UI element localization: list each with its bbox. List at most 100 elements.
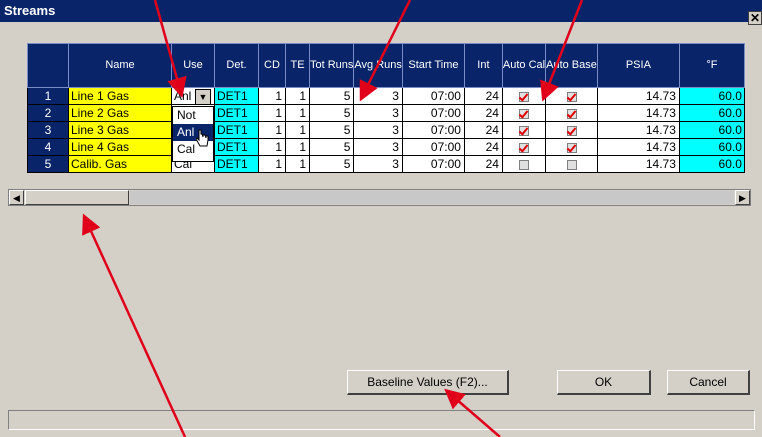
column-header[interactable]: Avg Runs — [353, 43, 403, 88]
cell-tot[interactable]: 5 — [308, 155, 355, 173]
table-row[interactable]: 4Line 4 GasAnlDET1115307:002414.7360.0 — [27, 138, 745, 156]
cell-psia[interactable]: 14.73 — [596, 121, 680, 139]
cancel-button[interactable]: Cancel — [667, 370, 750, 395]
horizontal-scrollbar[interactable]: ◀ ▶ — [8, 189, 751, 206]
cell-te[interactable]: 1 — [285, 87, 310, 105]
scroll-thumb[interactable] — [25, 190, 129, 205]
cell-det[interactable]: DET1 — [214, 87, 259, 105]
auto-cal-checkbox[interactable] — [501, 87, 547, 105]
column-header[interactable]: Det. — [214, 43, 259, 88]
cell-temp[interactable]: 60.0 — [678, 138, 745, 156]
cell-psia[interactable]: 14.73 — [596, 87, 680, 105]
auto-base-checkbox[interactable] — [545, 138, 598, 156]
column-header[interactable]: Use — [171, 43, 215, 88]
column-header[interactable]: Tot Runs — [308, 43, 355, 88]
cell-name[interactable]: Line 4 Gas — [68, 138, 172, 156]
column-header[interactable]: Int — [463, 43, 503, 88]
scroll-left-icon[interactable]: ◀ — [9, 190, 24, 205]
checkbox-icon[interactable] — [519, 91, 530, 102]
table-row[interactable]: 5 Calib. Gas Cal DET1 1 1 5 3 07:00 24 14.73 60.0 — [27, 155, 745, 173]
auto-base-checkbox[interactable] — [545, 87, 598, 105]
cell-start[interactable]: 07:00 — [401, 87, 465, 105]
column-header[interactable]: Auto Base — [545, 43, 598, 88]
cell-te[interactable]: 1 — [285, 104, 310, 122]
close-icon[interactable]: ✕ — [748, 11, 762, 25]
checkbox-icon[interactable] — [519, 159, 530, 170]
auto-base-checkbox[interactable] — [545, 104, 598, 122]
column-header[interactable]: CD — [258, 43, 286, 88]
cell-cd[interactable]: 1 — [258, 155, 286, 173]
cell-int[interactable]: 24 — [463, 121, 503, 139]
cell-int[interactable]: 24 — [463, 138, 503, 156]
cell-cd[interactable]: 1 — [258, 121, 286, 139]
column-header[interactable]: Name — [68, 43, 172, 88]
cell-te[interactable]: 1 — [285, 121, 310, 139]
column-header[interactable]: Auto Cal — [501, 43, 547, 88]
cell-cd[interactable]: 1 — [258, 138, 286, 156]
auto-cal-checkbox[interactable] — [501, 138, 547, 156]
cell-cd[interactable]: 1 — [258, 87, 286, 105]
ok-button[interactable]: OK — [557, 370, 651, 395]
cell-num[interactable]: 4 — [27, 138, 69, 156]
cell-num[interactable]: 5 — [27, 155, 69, 173]
cell-int[interactable]: 24 — [463, 155, 503, 173]
scroll-track[interactable] — [130, 191, 734, 204]
cell-cd[interactable]: 1 — [258, 104, 286, 122]
cell-avg[interactable]: 3 — [353, 104, 403, 122]
checkbox-icon[interactable] — [566, 125, 577, 136]
cell-avg[interactable]: 3 — [353, 121, 403, 139]
cell-avg[interactable]: 3 — [353, 155, 403, 173]
cell-det[interactable]: DET1 — [214, 138, 259, 156]
checkbox-icon[interactable] — [566, 108, 577, 119]
cell-det[interactable]: DET1 — [214, 104, 259, 122]
auto-base-checkbox[interactable] — [545, 155, 598, 173]
cell-num[interactable]: 2 — [27, 104, 69, 122]
cell-avg[interactable]: 3 — [353, 87, 403, 105]
column-header[interactable]: TE — [285, 43, 310, 88]
checkbox-icon[interactable] — [519, 125, 530, 136]
cell-start[interactable]: 07:00 — [401, 121, 465, 139]
cell-temp[interactable]: 60.0 — [678, 104, 745, 122]
scroll-right-icon[interactable]: ▶ — [735, 190, 750, 205]
cell-name[interactable]: Line 1 Gas — [68, 87, 172, 105]
auto-cal-checkbox[interactable] — [501, 104, 547, 122]
cell-start[interactable]: 07:00 — [401, 138, 465, 156]
cell-num[interactable]: 1 — [27, 87, 69, 105]
table-row[interactable]: 1 Line 1 Gas Anl DET1 1 1 5 3 07:00 24 14.73 60.0 — [27, 87, 745, 105]
table-row[interactable]: 3Line 3 GasAnlDET1115307:002414.7360.0 — [27, 121, 745, 139]
chevron-down-icon[interactable]: ▼ — [195, 89, 211, 105]
cell-tot[interactable]: 5 — [308, 138, 355, 156]
column-header[interactable]: °F — [678, 43, 745, 88]
cell-name[interactable]: Line 2 Gas — [68, 104, 172, 122]
cell-det[interactable]: DET1 — [214, 155, 259, 173]
cell-name[interactable]: Line 3 Gas — [68, 121, 172, 139]
cell-temp[interactable]: 60.0 — [678, 121, 745, 139]
cell-tot[interactable]: 5 — [308, 87, 355, 105]
cell-temp[interactable]: 60.0 — [678, 87, 745, 105]
auto-cal-checkbox[interactable] — [501, 121, 547, 139]
cell-psia[interactable]: 14.73 — [596, 155, 680, 173]
dropdown-option[interactable]: Not — [173, 107, 213, 124]
baseline-values-button[interactable]: Baseline Values (F2)... — [347, 370, 509, 395]
cell-tot[interactable]: 5 — [308, 104, 355, 122]
cell-avg[interactable]: 3 — [353, 138, 403, 156]
cell-int[interactable]: 24 — [463, 87, 503, 105]
auto-base-checkbox[interactable] — [545, 121, 598, 139]
checkbox-icon[interactable] — [519, 142, 530, 153]
cell-temp[interactable]: 60.0 — [678, 155, 745, 173]
table-row[interactable]: 2Line 2 GasAnlDET1115307:002414.7360.0 — [27, 104, 745, 122]
cell-start[interactable]: 07:00 — [401, 104, 465, 122]
auto-cal-checkbox[interactable] — [501, 155, 547, 173]
cell-te[interactable]: 1 — [285, 138, 310, 156]
cell-int[interactable]: 24 — [463, 104, 503, 122]
checkbox-icon[interactable] — [519, 108, 530, 119]
column-header[interactable]: PSIA — [596, 43, 680, 88]
cell-start[interactable]: 07:00 — [401, 155, 465, 173]
cell-te[interactable]: 1 — [285, 155, 310, 173]
checkbox-icon[interactable] — [566, 142, 577, 153]
column-header[interactable] — [27, 43, 69, 88]
cell-psia[interactable]: 14.73 — [596, 138, 680, 156]
cell-num[interactable]: 3 — [27, 121, 69, 139]
checkbox-icon[interactable] — [566, 91, 577, 102]
cell-det[interactable]: DET1 — [214, 121, 259, 139]
